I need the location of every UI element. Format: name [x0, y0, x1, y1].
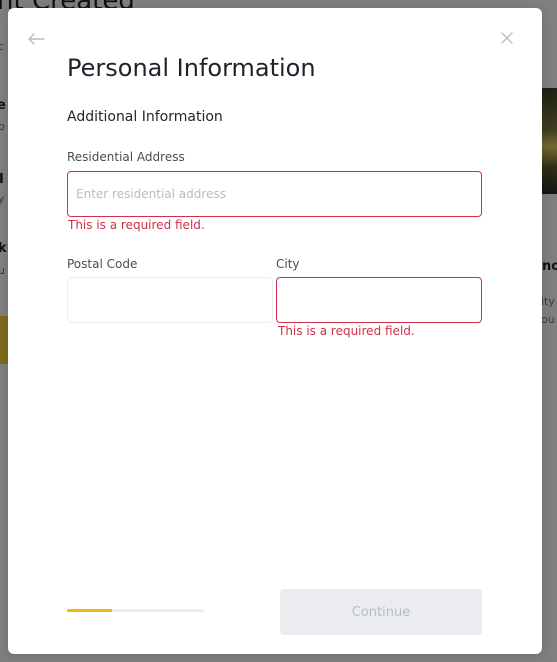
- back-button[interactable]: [24, 27, 48, 51]
- postal-code-label: Postal Code: [67, 257, 138, 271]
- residential-address-error: This is a required field.: [68, 218, 205, 232]
- city-input[interactable]: [276, 277, 482, 323]
- residential-address-label: Residential Address: [67, 150, 185, 164]
- arrow-left-icon: [28, 33, 45, 45]
- continue-button[interactable]: Continue: [280, 589, 482, 635]
- section-title: Additional Information: [67, 109, 223, 125]
- close-button[interactable]: [495, 26, 519, 50]
- progress-fill: [67, 609, 113, 612]
- personal-information-modal: Personal Information Additional Informat…: [8, 8, 542, 654]
- close-icon: [501, 32, 513, 44]
- residential-address-input[interactable]: [67, 171, 482, 217]
- modal-title: Personal Information: [67, 54, 316, 82]
- postal-code-input[interactable]: [67, 277, 273, 323]
- city-error: This is a required field.: [278, 324, 415, 338]
- city-label: City: [276, 257, 300, 271]
- progress-bar: [67, 609, 204, 612]
